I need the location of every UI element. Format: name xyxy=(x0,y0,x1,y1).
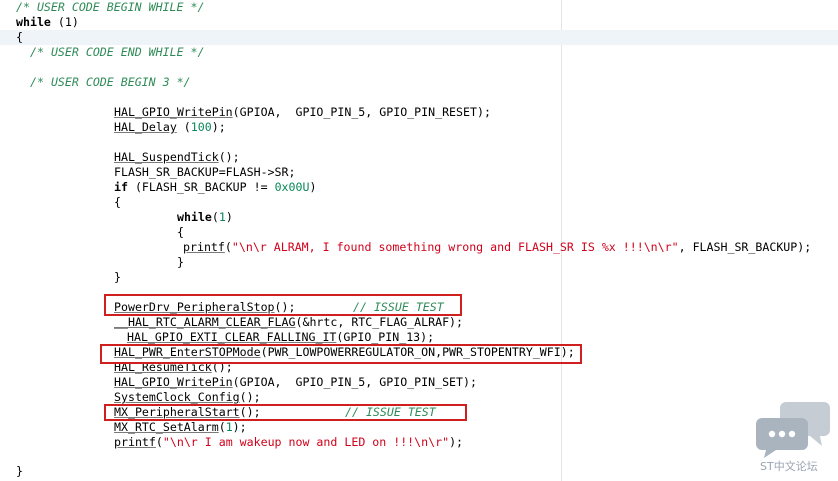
code-text: , FLASH_SR_BACKUP); xyxy=(678,240,812,254)
comment: /* USER CODE END WHILE */ xyxy=(30,45,205,59)
issue-highlight-box-peripheral-stop xyxy=(104,294,462,316)
code-text: (1) xyxy=(50,15,79,29)
code-text: ); xyxy=(211,120,226,134)
number-literal: 100 xyxy=(190,120,212,134)
function-name: HAL_SuspendTick xyxy=(114,150,219,164)
function-name: HAL_GPIO_WritePin xyxy=(114,375,233,389)
function-name: printf xyxy=(183,240,225,254)
code-line-12[interactable]: while(1) xyxy=(177,210,233,225)
code-line-26[interactable]: printf("\n\r I am wakeup now and LED on … xyxy=(114,435,463,450)
code-line-4[interactable]: /* USER CODE END WHILE */ xyxy=(30,45,205,60)
code-editor[interactable]: /* USER CODE BEGIN WHILE */ while (1) { … xyxy=(0,0,838,481)
function-name: MX_RTC_SetAlarm xyxy=(114,420,219,434)
code-line-14[interactable]: printf("\n\r ALRAM, I found something wr… xyxy=(183,240,811,255)
code-line-25[interactable]: MX_RTC_SetAlarm(1); xyxy=(114,420,247,435)
string-literal: "\n\r ALRAM, I found something wrong and… xyxy=(231,240,679,254)
code-line-23[interactable]: SystemClock_Config(); xyxy=(114,390,261,405)
number-literal: 1 xyxy=(218,210,226,224)
code-line-13[interactable]: { xyxy=(177,225,184,240)
code-line-22[interactable]: HAL_GPIO_WritePin(GPIOA, GPIO_PIN_5, GPI… xyxy=(114,375,477,390)
code-text: ) xyxy=(309,180,317,194)
code-text: ); xyxy=(232,420,247,434)
code-line-16[interactable]: } xyxy=(114,270,121,285)
code-text: (); xyxy=(239,390,261,404)
code-text: { xyxy=(16,30,23,44)
code-text: (GPIOA, GPIO_PIN_5, GPIO_PIN_SET); xyxy=(232,375,477,389)
function-name: __HAL_RTC_ALARM_CLEAR_FLAG xyxy=(114,315,296,329)
code-line-8[interactable]: HAL_SuspendTick(); xyxy=(114,150,240,165)
code-line-1[interactable]: /* USER CODE BEGIN WHILE */ xyxy=(16,0,204,15)
function-name: printf xyxy=(114,435,156,449)
code-line-27[interactable]: } xyxy=(16,464,23,479)
code-text: { xyxy=(177,225,184,239)
function-name: SystemClock_Config xyxy=(114,390,240,404)
code-text: ( xyxy=(176,120,191,134)
code-text: ( xyxy=(155,435,163,449)
code-text: (GPIOA, GPIO_PIN_5, GPIO_PIN_RESET); xyxy=(232,105,491,119)
number-literal: 1 xyxy=(225,420,233,434)
code-line-2[interactable]: while (1) xyxy=(16,15,79,30)
code-text: { xyxy=(114,195,121,209)
code-text: } xyxy=(177,255,184,269)
code-line-9[interactable]: FLASH_SR_BACKUP=FLASH->SR; xyxy=(114,165,295,180)
watermark-text: ST中文论坛 xyxy=(760,460,818,473)
code-line-11[interactable]: { xyxy=(114,195,121,210)
code-line-18[interactable]: __HAL_RTC_ALARM_CLEAR_FLAG(&hrtc, RTC_FL… xyxy=(114,315,463,330)
function-name: HAL_GPIO_WritePin xyxy=(114,105,233,119)
number-literal: 0x00U xyxy=(274,180,310,194)
code-text: (); xyxy=(218,150,240,164)
code-text: ); xyxy=(449,435,464,449)
code-text: ( xyxy=(224,240,232,254)
issue-highlight-box-enter-stop-mode xyxy=(100,344,582,364)
comment: /* USER CODE BEGIN 3 */ xyxy=(30,75,191,89)
code-line-3-current[interactable]: { xyxy=(0,30,838,45)
code-text: } xyxy=(16,464,23,478)
function-name: HAL_GPIO_EXTI_CLEAR_FALLING_IT xyxy=(127,330,337,344)
code-text: ( xyxy=(218,420,226,434)
code-line-7[interactable]: HAL_Delay (100); xyxy=(114,120,226,135)
code-line-10[interactable]: if (FLASH_SR_BACKUP != 0x00U) xyxy=(114,180,316,195)
keyword: while xyxy=(16,15,51,29)
code-text: (FLASH_SR_BACKUP != xyxy=(127,180,275,194)
code-line-5[interactable]: /* USER CODE BEGIN 3 */ xyxy=(30,75,191,90)
code-line-19[interactable]: HAL_GPIO_EXTI_CLEAR_FALLING_IT(GPIO_PIN_… xyxy=(127,330,434,345)
code-text: FLASH_SR_BACKUP=FLASH->SR; xyxy=(114,165,296,179)
code-text: } xyxy=(114,270,121,284)
keyword: if xyxy=(114,180,128,194)
comment: /* USER CODE BEGIN WHILE */ xyxy=(16,0,205,14)
issue-highlight-box-peripheral-start xyxy=(104,404,467,421)
code-text: (&hrtc, RTC_FLAG_ALRAF); xyxy=(295,315,464,329)
string-literal: "\n\r I am wakeup now and LED on !!!\n\r… xyxy=(162,435,450,449)
code-text: ) xyxy=(225,210,233,224)
code-text: ( xyxy=(211,210,219,224)
function-name: HAL_Delay xyxy=(114,120,177,134)
code-text: (GPIO_PIN_13); xyxy=(336,330,435,344)
code-line-6[interactable]: HAL_GPIO_WritePin(GPIOA, GPIO_PIN_5, GPI… xyxy=(114,105,491,120)
code-line-15[interactable]: } xyxy=(177,255,184,270)
keyword: while xyxy=(177,210,212,224)
